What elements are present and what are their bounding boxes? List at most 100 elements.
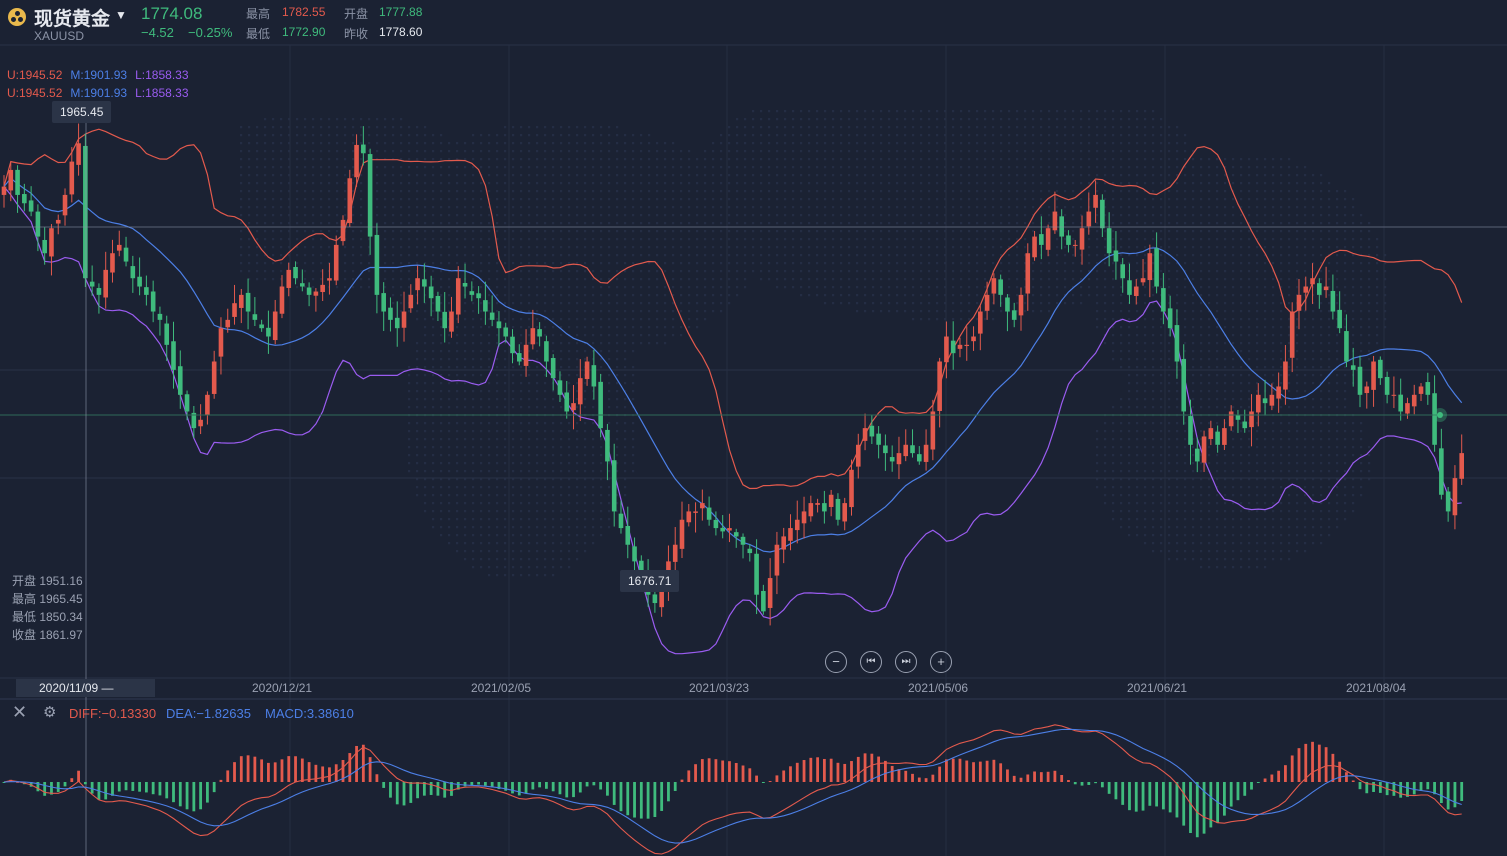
zoom-out-button[interactable]: − bbox=[825, 651, 847, 673]
macd-bar bbox=[822, 758, 826, 782]
candle-body bbox=[1032, 236, 1037, 258]
candle-body bbox=[313, 291, 319, 296]
macd-bar bbox=[1033, 771, 1036, 782]
candle-body bbox=[1, 186, 7, 195]
ohlc-close: 收盘 1861.97 bbox=[12, 628, 83, 642]
candle-body bbox=[225, 319, 231, 328]
macd-bar bbox=[836, 762, 840, 782]
macd-bar bbox=[1161, 782, 1165, 810]
candle-body bbox=[1350, 365, 1356, 370]
macd-bar bbox=[436, 782, 440, 796]
macd-bar bbox=[639, 782, 643, 819]
macd-bar bbox=[1060, 774, 1064, 782]
candle-body bbox=[266, 327, 271, 337]
scroll-left-button[interactable]: ⏮ bbox=[860, 651, 882, 673]
candle-body bbox=[794, 519, 800, 531]
candle-body bbox=[137, 276, 142, 287]
ohlc-open: 开盘 1951.16 bbox=[12, 574, 83, 588]
candle-body bbox=[449, 311, 454, 332]
macd-bar bbox=[517, 782, 521, 796]
candle-body bbox=[211, 361, 217, 394]
macd-bar bbox=[707, 758, 711, 782]
candle-body bbox=[550, 357, 556, 379]
macd-bar bbox=[775, 775, 779, 782]
chevron-down-icon[interactable]: ▼ bbox=[115, 8, 127, 22]
candle-body bbox=[971, 336, 976, 342]
candle-body bbox=[1133, 286, 1139, 296]
x-axis-label: 2021/08/04 bbox=[1346, 681, 1407, 695]
candle-body bbox=[700, 503, 705, 509]
price-chart[interactable] bbox=[0, 0, 1507, 856]
candle-body bbox=[1005, 297, 1010, 312]
boll-legend: U:1945.52 M:1901.93 L:1858.33 bbox=[7, 68, 189, 82]
macd-bar bbox=[802, 760, 806, 782]
candle-body bbox=[340, 219, 346, 242]
macd-bar bbox=[1290, 755, 1294, 782]
macd-bar bbox=[890, 765, 894, 782]
macd-bar bbox=[680, 779, 684, 782]
candle-body bbox=[1215, 431, 1220, 445]
candle-body bbox=[747, 548, 753, 554]
macd-bar bbox=[477, 782, 480, 785]
candle-body bbox=[544, 341, 549, 362]
macd-bar bbox=[1128, 782, 1131, 811]
macd-bar bbox=[884, 760, 887, 782]
candle-body bbox=[1256, 394, 1261, 413]
candle-body bbox=[1459, 453, 1464, 479]
candle-body bbox=[930, 411, 936, 450]
candle-body bbox=[815, 503, 820, 505]
scroll-right-button[interactable]: ⏭ bbox=[895, 651, 917, 673]
macd-bar bbox=[694, 764, 697, 782]
close-icon[interactable]: ✕ bbox=[12, 702, 27, 723]
candle-body bbox=[401, 311, 407, 328]
candle-body bbox=[394, 317, 400, 329]
candle-body bbox=[239, 294, 244, 308]
candle-body bbox=[693, 511, 698, 513]
candle-body bbox=[1289, 311, 1295, 358]
candle-body bbox=[306, 287, 312, 295]
candle-body bbox=[903, 444, 909, 457]
low-value: 1772.90 bbox=[282, 25, 326, 39]
candle-body bbox=[1384, 376, 1390, 395]
macd-bar bbox=[978, 761, 982, 782]
candle-body bbox=[1194, 448, 1200, 462]
gear-icon[interactable]: ⚙ bbox=[43, 703, 56, 721]
candle-body bbox=[177, 366, 183, 395]
macd-bar bbox=[755, 775, 758, 782]
macd-bar bbox=[612, 782, 616, 805]
candle-body bbox=[842, 503, 848, 522]
macd-bar bbox=[1311, 741, 1314, 782]
candle-body bbox=[1425, 382, 1431, 395]
macd-bar bbox=[524, 782, 528, 794]
macd-bar bbox=[653, 782, 657, 818]
candle-body bbox=[1174, 325, 1180, 362]
candle-body bbox=[1439, 448, 1444, 495]
zoom-in-button[interactable]: + bbox=[930, 651, 952, 673]
macd-bar bbox=[1250, 782, 1253, 790]
macd-bar bbox=[985, 760, 989, 782]
candle-body bbox=[96, 288, 102, 295]
candle-body bbox=[422, 279, 427, 287]
macd-bar bbox=[728, 761, 731, 782]
candle-body bbox=[1452, 478, 1458, 516]
candle-body bbox=[618, 513, 624, 529]
price-change: −4.52 bbox=[141, 25, 174, 40]
macd-bar bbox=[599, 782, 603, 790]
candle-body bbox=[123, 247, 129, 262]
candle-body bbox=[361, 144, 366, 154]
crosshair-price-tag: 1965.45 bbox=[52, 101, 112, 123]
macd-bar bbox=[1006, 769, 1009, 782]
macd-bar bbox=[104, 782, 108, 800]
candle-body bbox=[937, 361, 942, 411]
macd-bar bbox=[992, 759, 996, 782]
boll-legend: U:1945.52 M:1901.93 L:1858.33 bbox=[7, 86, 189, 100]
instrument-title[interactable]: 现货黄金 bbox=[34, 4, 110, 31]
macd-bar bbox=[572, 782, 575, 798]
macd-bar bbox=[856, 756, 860, 782]
macd-bar bbox=[965, 760, 969, 782]
high-label: 最高 bbox=[246, 7, 271, 21]
macd-bar bbox=[212, 782, 216, 793]
macd-bar bbox=[1182, 782, 1186, 826]
ohlc-low: 最低 1850.34 bbox=[12, 610, 83, 624]
macd-bar bbox=[361, 744, 365, 782]
